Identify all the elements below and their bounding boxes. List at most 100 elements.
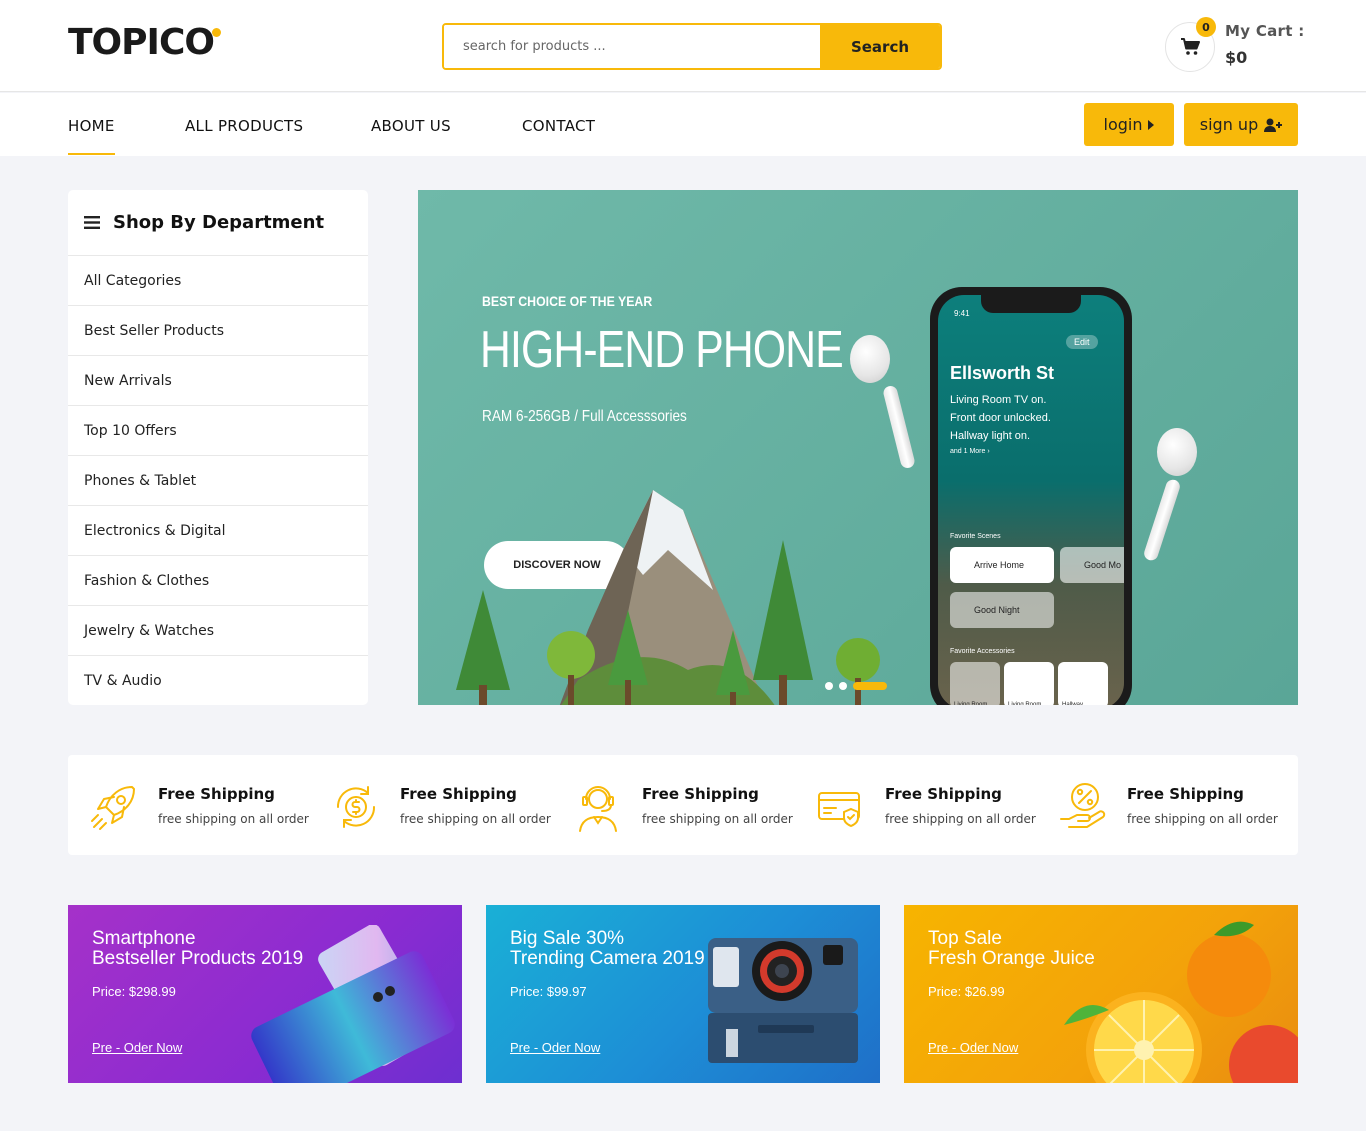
phone-scene-tile: Good Mo bbox=[1060, 547, 1124, 583]
phone-line: Hallway light on. bbox=[950, 430, 1031, 442]
phone-notch bbox=[981, 295, 1081, 313]
money-refresh-icon bbox=[336, 786, 376, 828]
sidebar-item-top-offers[interactable]: Top 10 Offers bbox=[68, 406, 368, 456]
logo-dot bbox=[211, 28, 221, 37]
nav-all-products[interactable]: ALL PRODUCTS bbox=[185, 117, 303, 135]
service-title: Free Shipping bbox=[885, 785, 1002, 803]
phone-place: Ellsworth St bbox=[950, 363, 1055, 383]
logo[interactable]: TOPICO bbox=[68, 22, 221, 63]
phone-image: 9:41 Edit Ellsworth St Living Room TV on… bbox=[930, 287, 1132, 705]
phone-status-lines: Living Room TV on. Front door unlocked. … bbox=[950, 391, 1051, 445]
service-title: Free Shipping bbox=[1127, 785, 1244, 803]
promo-heading: Top Sale Fresh Orange Juice bbox=[928, 929, 1095, 969]
service-text: Free Shipping free shipping on all order bbox=[1127, 781, 1278, 833]
hero-slider: BEST CHOICE OF THE YEAR HIGH-END PHONE R… bbox=[418, 190, 1298, 705]
rocket-icon bbox=[91, 786, 135, 830]
cart-count-badge: 0 bbox=[1196, 17, 1216, 37]
phone-scene-tile: Arrive Home bbox=[950, 547, 1054, 583]
service-desc: free shipping on all order bbox=[885, 812, 1036, 826]
phone-accessory-tile: Hallway bbox=[1058, 662, 1108, 705]
discount-hand-icon bbox=[1060, 783, 1106, 828]
phone-scene-tile: Good Night bbox=[950, 592, 1054, 628]
search-form: Search bbox=[442, 23, 942, 70]
search-button[interactable]: Search bbox=[820, 25, 940, 68]
promo-line1: Top Sale bbox=[928, 928, 1002, 949]
phone-accessory-tile: Living Room bbox=[1004, 662, 1054, 705]
promo-preorder-link[interactable]: Pre - Oder Now bbox=[510, 1040, 600, 1055]
service-title: Free Shipping bbox=[400, 785, 517, 803]
promo-line1: Big Sale 30% bbox=[510, 928, 625, 949]
sidebar-item-tv-audio[interactable]: TV & Audio bbox=[68, 656, 368, 705]
sidebar-item-best-seller[interactable]: Best Seller Products bbox=[68, 306, 368, 356]
promo-line1: Smartphone bbox=[92, 928, 196, 949]
nav-about-us[interactable]: ABOUT US bbox=[371, 117, 451, 135]
phone-line: Living Room TV on. bbox=[950, 394, 1047, 406]
service-text: Free Shipping free shipping on all order bbox=[158, 781, 309, 833]
sidebar-item-electronics[interactable]: Electronics & Digital bbox=[68, 506, 368, 556]
sidebar-item-new-arrivals[interactable]: New Arrivals bbox=[68, 356, 368, 406]
top-header: TOPICO Search 0 My Cart : $0 bbox=[0, 0, 1366, 92]
phone-accessories-label: Favorite Accessories bbox=[950, 648, 1015, 655]
department-sidebar: Shop By Department All Categories Best S… bbox=[68, 190, 368, 705]
sidebar-title: Shop By Department bbox=[113, 212, 325, 233]
service-desc: free shipping on all order bbox=[158, 812, 309, 826]
sidebar-header[interactable]: Shop By Department bbox=[68, 190, 368, 256]
service-desc: free shipping on all order bbox=[642, 812, 793, 826]
promo-preorder-link[interactable]: Pre - Oder Now bbox=[928, 1040, 1018, 1055]
hero-title: HIGH-END PHONE bbox=[480, 321, 844, 379]
phone-time: 9:41 bbox=[954, 309, 970, 318]
promo-price: Price: $26.99 bbox=[928, 984, 1005, 999]
search-input[interactable] bbox=[444, 25, 820, 68]
sidebar-item-all-categories[interactable]: All Categories bbox=[68, 256, 368, 306]
nav-contact[interactable]: CONTACT bbox=[522, 117, 595, 135]
service-title: Free Shipping bbox=[642, 785, 759, 803]
sidebar-item-fashion[interactable]: Fashion & Clothes bbox=[68, 556, 368, 606]
signup-button[interactable]: sign up bbox=[1184, 103, 1298, 146]
slider-dot[interactable] bbox=[825, 682, 833, 690]
promo-line2: Trending Camera 2019 bbox=[510, 948, 705, 969]
service-item: Free Shipping free shipping on all order bbox=[330, 781, 551, 833]
airpod-right-image bbox=[1142, 428, 1213, 578]
cart-icon bbox=[1181, 38, 1200, 55]
promo-preorder-link[interactable]: Pre - Oder Now bbox=[92, 1040, 182, 1055]
nav-home[interactable]: HOME bbox=[68, 117, 115, 155]
promo-heading: Smartphone Bestseller Products 2019 bbox=[92, 929, 303, 969]
service-item: Free Shipping free shipping on all order bbox=[815, 781, 1036, 833]
service-item: Free Shipping free shipping on all order bbox=[1057, 781, 1278, 833]
service-item: Free Shipping free shipping on all order bbox=[88, 781, 309, 833]
cart-label[interactable]: My Cart : bbox=[1225, 22, 1305, 40]
login-button[interactable]: login bbox=[1084, 103, 1174, 146]
support-agent-icon bbox=[579, 786, 617, 832]
login-label: login bbox=[1103, 115, 1143, 134]
hero-kicker: BEST CHOICE OF THE YEAR bbox=[482, 293, 653, 309]
service-text: Free Shipping free shipping on all order bbox=[642, 781, 793, 833]
promo-banner-orange-juice[interactable]: Top Sale Fresh Orange Juice Price: $26.9… bbox=[904, 905, 1298, 1083]
airpod-left-image bbox=[848, 335, 918, 485]
phone-more: and 1 More › bbox=[950, 448, 990, 455]
promo-price: Price: $99.97 bbox=[510, 984, 587, 999]
slider-dot[interactable] bbox=[839, 682, 847, 690]
service-text: Free Shipping free shipping on all order bbox=[885, 781, 1036, 833]
phone-accessory-tile: Living Room bbox=[950, 662, 1000, 705]
signup-label: sign up bbox=[1199, 115, 1259, 134]
promo-banner-smartphone[interactable]: Smartphone Bestseller Products 2019 Pric… bbox=[68, 905, 462, 1083]
logo-text: TOPICO bbox=[68, 22, 215, 63]
promo-banner-camera[interactable]: Big Sale 30% Trending Camera 2019 Price:… bbox=[486, 905, 880, 1083]
phone-line: Front door unlocked. bbox=[950, 412, 1051, 424]
credit-card-icon bbox=[818, 792, 860, 828]
cart-amount: $0 bbox=[1225, 48, 1248, 67]
services-bar: Free Shipping free shipping on all order… bbox=[68, 755, 1298, 855]
slider-dots bbox=[825, 682, 887, 690]
phone-screen: 9:41 Edit Ellsworth St Living Room TV on… bbox=[938, 295, 1124, 705]
user-plus-icon bbox=[1264, 118, 1283, 132]
caret-right-icon bbox=[1148, 119, 1155, 130]
camera-image bbox=[708, 938, 858, 1063]
service-text: Free Shipping free shipping on all order bbox=[400, 781, 551, 833]
mountain-illustration bbox=[456, 490, 880, 705]
slider-dot-active[interactable] bbox=[853, 682, 887, 690]
sidebar-item-phones-tablet[interactable]: Phones & Tablet bbox=[68, 456, 368, 506]
sidebar-item-jewelry[interactable]: Jewelry & Watches bbox=[68, 606, 368, 656]
promo-line2: Bestseller Products 2019 bbox=[92, 948, 304, 969]
hero-subtitle: RAM 6-256GB / Full Accesssories bbox=[482, 408, 687, 425]
service-desc: free shipping on all order bbox=[400, 812, 551, 826]
